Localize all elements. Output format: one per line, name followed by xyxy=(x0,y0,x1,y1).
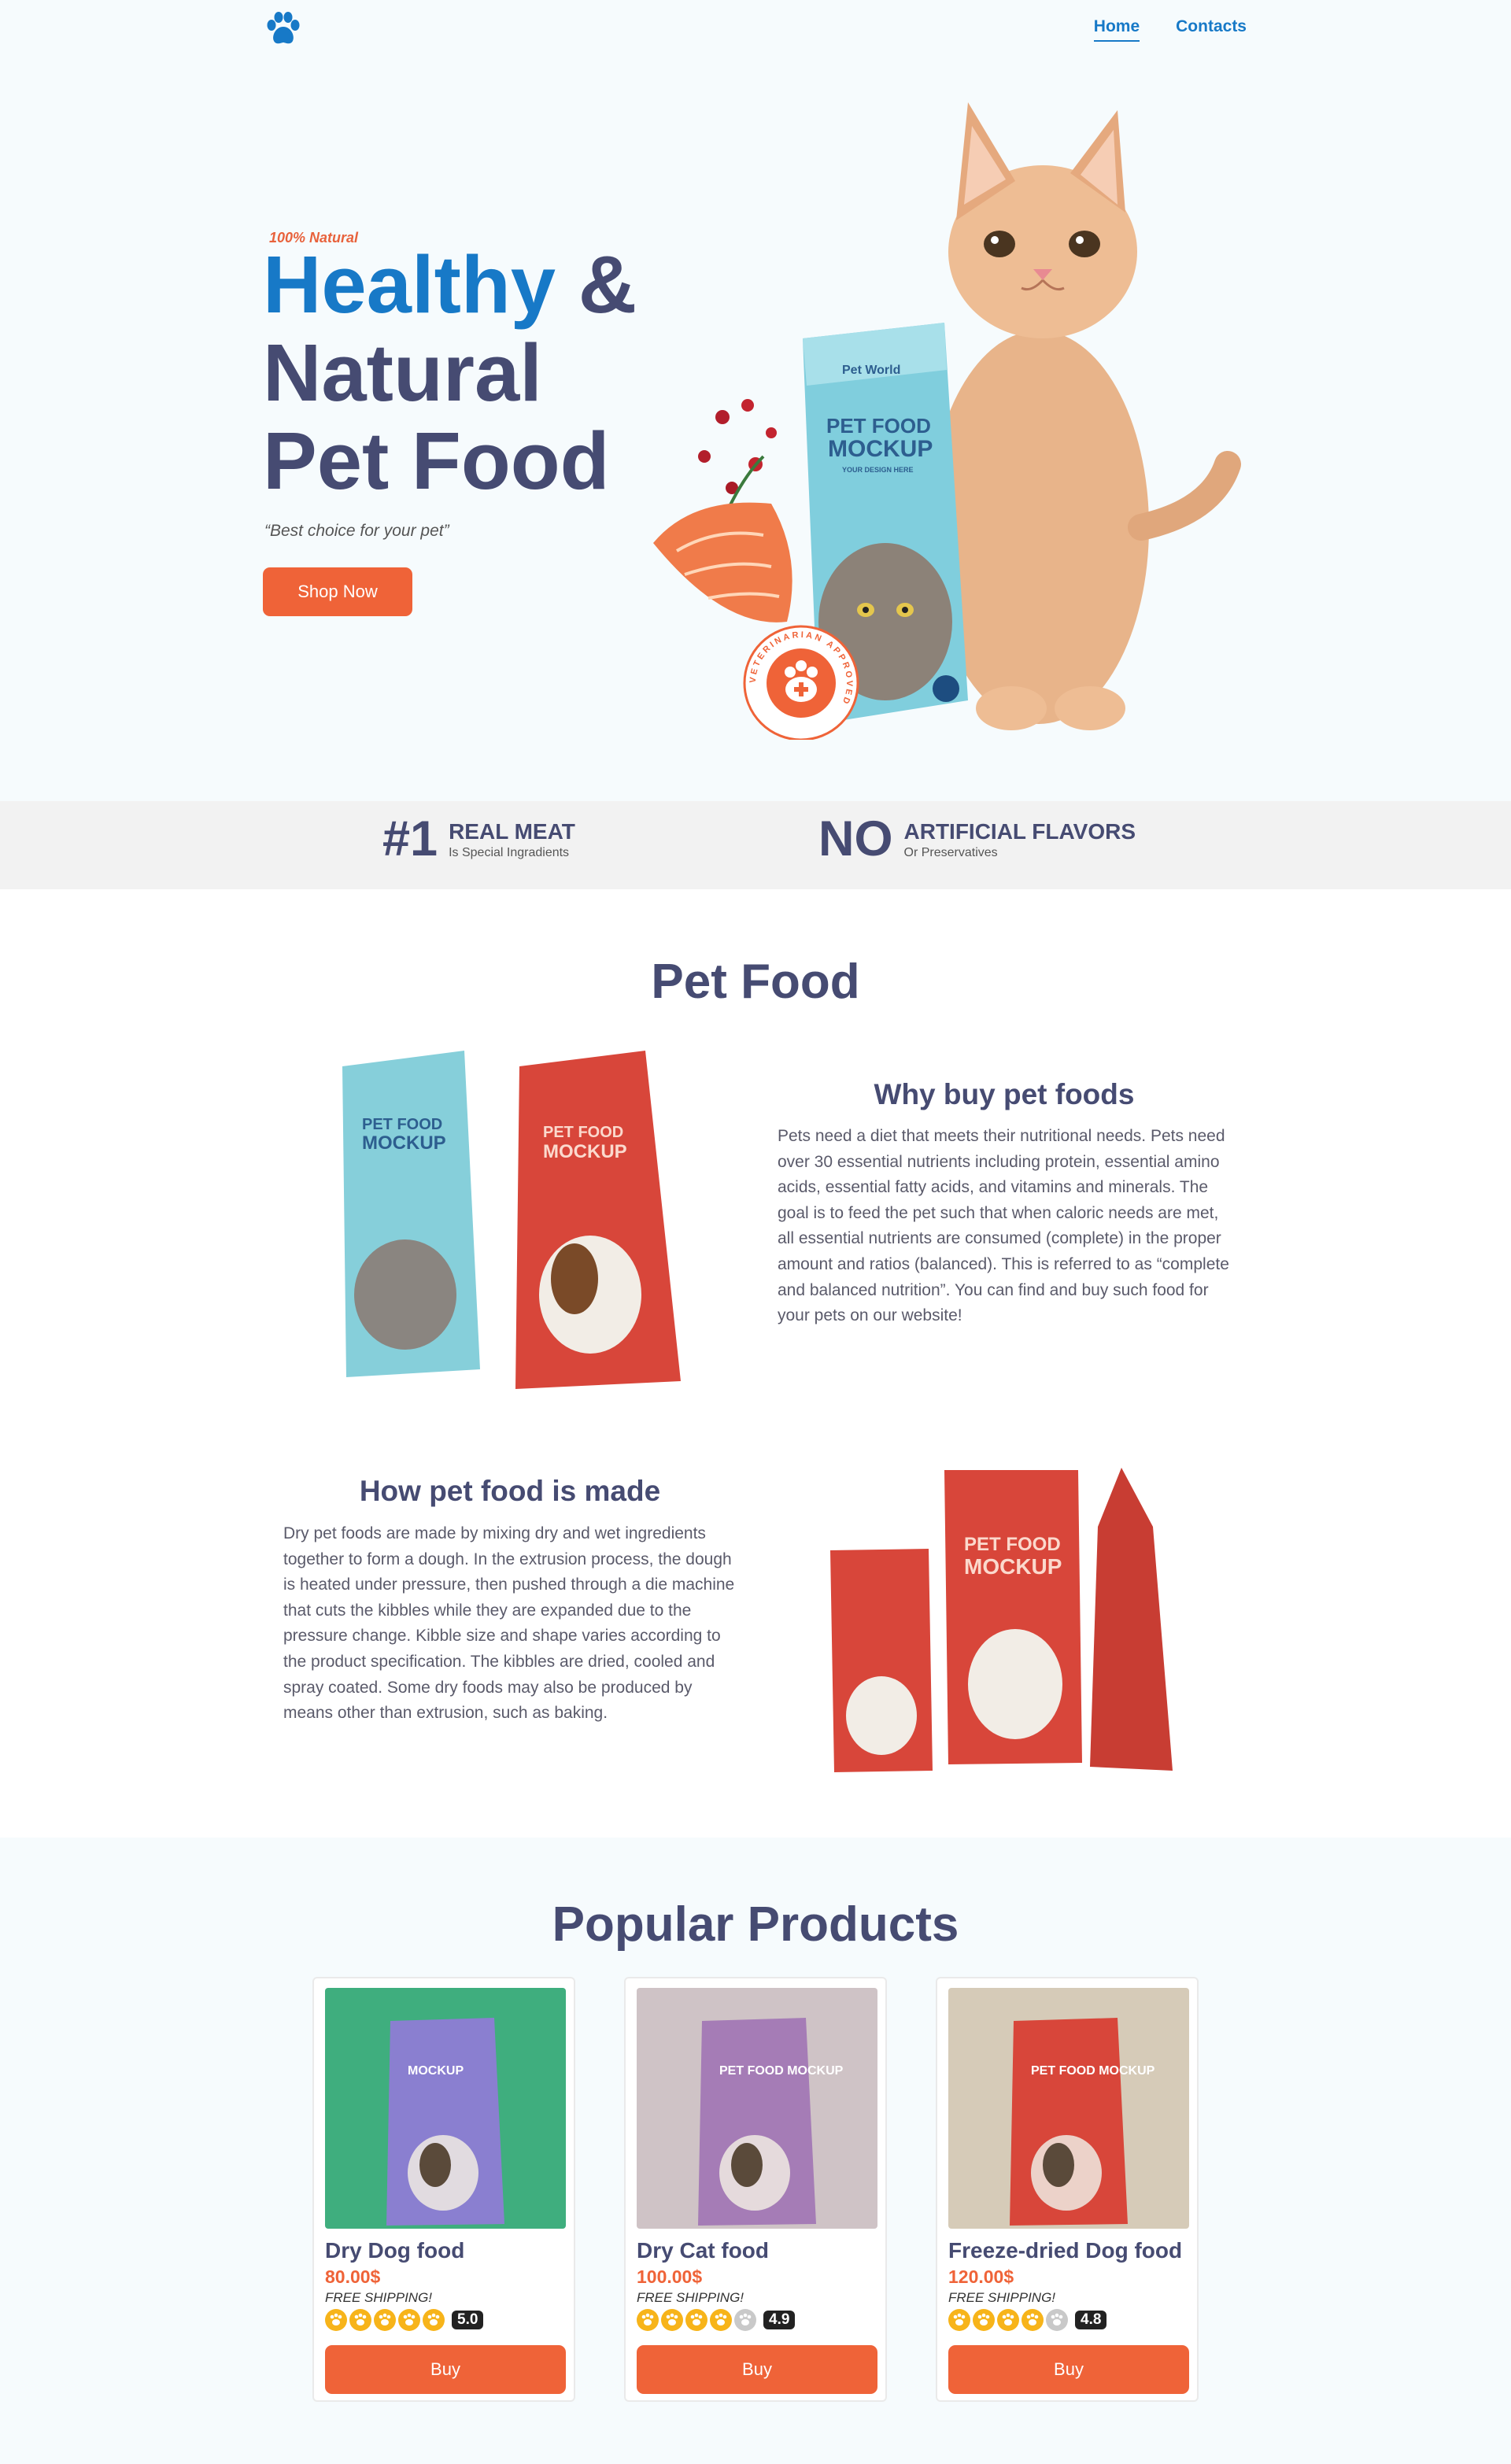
product-rating: 4.8 xyxy=(948,2309,1107,2331)
star-icon xyxy=(710,2309,732,2331)
star-icon xyxy=(374,2309,396,2331)
feature-no-artificial: NO ARTIFICIAL FLAVORS Or Preservatives xyxy=(818,815,1136,864)
why-buy-text: Pets need a diet that meets their nutrit… xyxy=(778,1127,1229,1325)
three-bags-image: PET FOOD MOCKUP xyxy=(830,1468,1173,1772)
feature-big-text: #1 xyxy=(382,811,438,866)
product-card: PET FOOD MOCKUP Dry Cat food 100.00$ FRE… xyxy=(624,1977,887,2402)
star-icon xyxy=(1021,2309,1044,2331)
product-name[interactable]: Dry Dog food xyxy=(325,2238,464,2263)
bag-text-line2: MOCKUP xyxy=(828,436,933,462)
why-buy-title: Why buy pet foods xyxy=(874,1078,1135,1110)
product-bag-text: MOCKUP xyxy=(408,2064,464,2078)
feature-subtitle: Is Special Ingradients xyxy=(449,845,570,859)
rating-value: 4.8 xyxy=(1075,2311,1107,2329)
product-image[interactable]: PET FOOD MOCKUP xyxy=(948,1988,1189,2229)
feature-big-text: NO xyxy=(818,811,893,866)
nav-contacts-link[interactable]: Contacts xyxy=(1176,17,1247,42)
rating-value: 4.9 xyxy=(763,2311,796,2329)
hero-title-ampersand: & xyxy=(556,239,637,330)
shipping-label: FREE SHIPPING! xyxy=(948,2290,1056,2305)
product-bag-text: PET FOOD MOCKUP xyxy=(719,2064,844,2078)
star-icon xyxy=(349,2309,371,2331)
feature-title: REAL MEAT xyxy=(449,818,575,844)
veterinarian-approved-badge: VETERINARIAN APPROVED xyxy=(743,625,859,740)
product-bag-text: PET FOOD MOCKUP xyxy=(1031,2064,1155,2078)
bag-brand-text: Pet World xyxy=(842,364,900,377)
buy-button[interactable]: Buy xyxy=(948,2345,1189,2394)
star-icon xyxy=(637,2309,659,2331)
star-icon xyxy=(398,2309,420,2331)
feature-real-meat: #1 REAL MEAT Is Special Ingradients xyxy=(382,815,575,864)
how-made-text: Dry pet foods are made by mixing dry and… xyxy=(283,1524,735,1723)
bag-text-line1: PET FOOD xyxy=(362,1116,442,1133)
bag-text-line2: MOCKUP xyxy=(964,1554,1062,1579)
popular-products-title: Popular Products xyxy=(552,1897,959,1952)
star-icon xyxy=(973,2309,995,2331)
pet-food-section xyxy=(0,889,1511,1838)
bag-text-line3: YOUR DESIGN HERE xyxy=(842,466,914,474)
product-price: 120.00$ xyxy=(948,2266,1014,2287)
bag-text-line1: PET FOOD xyxy=(543,1124,623,1141)
bag-text-line1: PET FOOD xyxy=(826,414,931,438)
star-icon xyxy=(997,2309,1019,2331)
product-price: 80.00$ xyxy=(325,2266,381,2287)
hero-title: Healthy & Natural Pet Food xyxy=(263,241,637,505)
hero-title-line2: Natural xyxy=(263,327,542,418)
bag-text-line1: PET FOOD xyxy=(964,1534,1061,1555)
product-image[interactable]: MOCKUP xyxy=(325,1988,566,2229)
product-card: PET FOOD MOCKUP Freeze-dried Dog food 12… xyxy=(936,1977,1199,2402)
star-icon xyxy=(661,2309,683,2331)
two-bags-image: PET FOOD MOCKUP PET FOOD MOCKUP xyxy=(342,1051,681,1389)
paw-icon[interactable] xyxy=(263,11,304,47)
product-rating: 5.0 xyxy=(325,2309,484,2331)
product-name[interactable]: Dry Cat food xyxy=(637,2238,769,2263)
buy-button[interactable]: Buy xyxy=(637,2345,877,2394)
hero-title-highlight: Healthy xyxy=(263,239,556,330)
shipping-label: FREE SHIPPING! xyxy=(637,2290,744,2305)
star-icon xyxy=(734,2309,756,2331)
hero-tagline: “Best choice for your pet” xyxy=(264,522,449,540)
feature-subtitle: Or Preservatives xyxy=(903,845,998,859)
product-image[interactable]: PET FOOD MOCKUP xyxy=(637,1988,877,2229)
nav-home-link[interactable]: Home xyxy=(1093,17,1140,42)
salmon-image xyxy=(653,502,792,622)
product-rating: 4.9 xyxy=(637,2309,796,2331)
rating-value: 5.0 xyxy=(452,2311,484,2329)
star-icon xyxy=(423,2309,445,2331)
star-icon xyxy=(948,2309,970,2331)
product-price: 100.00$ xyxy=(637,2266,703,2287)
hero-title-line3: Pet Food xyxy=(263,416,610,506)
star-icon xyxy=(1046,2309,1068,2331)
kitten-image xyxy=(929,102,1241,730)
bag-text-line2: MOCKUP xyxy=(543,1141,627,1162)
main-nav: Home Contacts xyxy=(1093,17,1247,42)
shop-now-button[interactable]: Shop Now xyxy=(263,567,412,616)
star-icon xyxy=(325,2309,347,2331)
buy-button[interactable]: Buy xyxy=(325,2345,566,2394)
feature-title: ARTIFICIAL FLAVORS xyxy=(903,818,1136,844)
how-made-title: How pet food is made xyxy=(359,1475,661,1507)
hero-title-line1: Healthy & xyxy=(263,241,637,329)
shipping-label: FREE SHIPPING! xyxy=(325,2290,433,2305)
pet-food-title: Pet Food xyxy=(651,955,860,1009)
hero-image: Pet World PET FOOD MOCKUP YOUR DESIGN HE… xyxy=(653,102,1241,740)
features-strip xyxy=(0,801,1511,889)
star-icon xyxy=(685,2309,707,2331)
product-card: MOCKUP Dry Dog food 80.00$ FREE SHIPPING… xyxy=(312,1977,575,2402)
bag-text-line2: MOCKUP xyxy=(362,1132,446,1154)
product-name[interactable]: Freeze-dried Dog food xyxy=(948,2238,1182,2263)
